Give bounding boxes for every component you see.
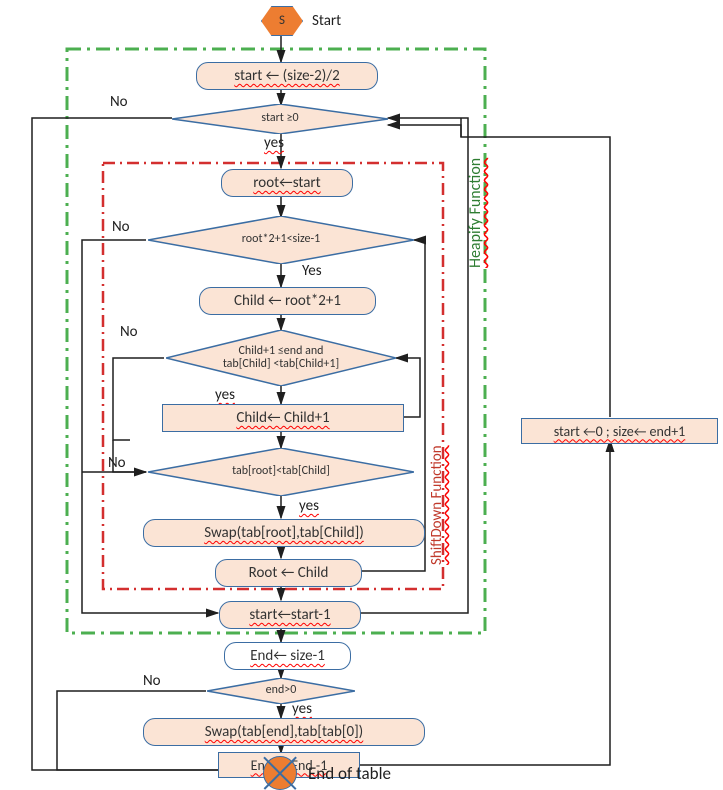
text: Child← Child+1 (236, 409, 329, 427)
branch-yes-1: yes (264, 134, 284, 152)
decision-end-cond: end>0 (207, 678, 355, 704)
decision-child-cond: Child+1 ≤end and tab[Child] <tab[Child+1… (166, 330, 396, 386)
decision-start-ge-0: start ≥0 (172, 104, 388, 134)
text: Child ← root*2+1 (234, 292, 341, 310)
heapify-function-label: Heapify Function (466, 158, 485, 268)
branch-yes-5: yes (292, 700, 312, 718)
branch-no-5: No (143, 672, 161, 690)
process-start-assign: start ← (size-2)/2 (196, 62, 378, 90)
start-terminal: S (261, 6, 303, 36)
start-letter: S (279, 13, 285, 28)
text: end>0 (262, 684, 301, 697)
end-terminal-icon (263, 756, 297, 790)
branch-no-3: No (120, 323, 138, 341)
text: Swap(tab[end],tab[tab[0]) (205, 723, 363, 741)
branch-yes-2: Yes (302, 262, 322, 280)
text: root←start (253, 174, 320, 192)
text: start ≥0 (257, 112, 302, 125)
process-reset: start ←0 ; size← end+1 (521, 418, 718, 444)
process-root-assign: root←start (221, 169, 353, 197)
process-swap1: Swap(tab[root],tab[Child]) (143, 519, 425, 547)
process-start-dec: start←start-1 (219, 601, 361, 629)
text: Swap(tab[root],tab[Child]) (204, 524, 364, 542)
process-end-assign: End← size-1 (224, 642, 351, 670)
end-of-table-label: End of table (308, 763, 391, 784)
text: start←start-1 (249, 606, 330, 624)
shiftdown-function-label: ShiftDown Function (428, 445, 446, 565)
text: End← size-1 (250, 647, 325, 665)
decision-root-cond: root*2+1<size-1 (148, 216, 414, 264)
process-child-assign: Child ← root*2+1 (199, 287, 376, 315)
branch-no-4: No (108, 454, 126, 472)
decision-swap-cond: tab[root]<tab[Child] (148, 448, 414, 496)
start-label: Start (312, 12, 341, 30)
branch-yes-3: yes (215, 386, 235, 404)
process-child-inc: Child← Child+1 (162, 404, 404, 432)
branch-yes-4: yes (299, 497, 319, 515)
process-root-child: Root ← Child (215, 559, 362, 587)
branch-no-1: No (110, 93, 128, 111)
branch-no-2: No (112, 218, 130, 236)
text: start ← (size-2)/2 (234, 67, 339, 85)
text: start ←0 ; size← end+1 (554, 423, 686, 440)
text: Root ← Child (249, 564, 329, 582)
text: tab[root]<tab[Child] (228, 465, 334, 478)
text: root*2+1<size-1 (238, 233, 324, 246)
text: Child+1 ≤end and tab[Child] <tab[Child+1… (219, 345, 343, 371)
process-swap2: Swap(tab[end],tab[tab[0]) (143, 718, 425, 746)
